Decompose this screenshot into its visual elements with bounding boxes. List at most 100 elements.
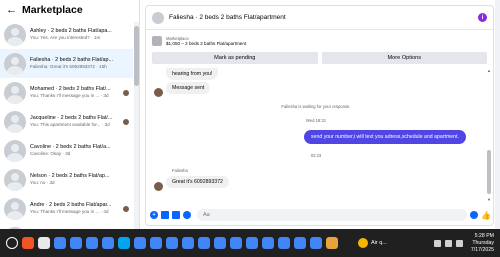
conversation-name: Nelson · 2 beds 2 baths Flat/ap... (30, 173, 110, 179)
taskbar: Air q... 5:28 PM Thursday 7/17/2025 (0, 229, 500, 257)
incoming-message: hearing from you! (166, 68, 219, 80)
taskbar-app-icon[interactable] (70, 237, 82, 249)
conversation-preview: You: Thanks I'll message you in ... · 3d (30, 93, 109, 98)
gif-icon[interactable] (183, 211, 191, 219)
more-options-button[interactable]: More Options (321, 52, 487, 64)
taskbar-app-icon[interactable] (262, 237, 274, 249)
sender-avatar[interactable] (154, 88, 163, 97)
taskbar-app-icon[interactable] (22, 237, 34, 249)
avatar (4, 81, 26, 104)
sidebar-scrollbar[interactable] (134, 22, 139, 229)
taskbar-app-icon[interactable] (150, 237, 162, 249)
network-icon[interactable] (444, 239, 452, 247)
timestamp: Wed 18:31 (305, 118, 327, 123)
clock-date: 7/17/2025 (470, 246, 494, 253)
conversation-item[interactable]: Ashley · 2 beds 2 baths Flat/apa... You: … (0, 20, 133, 49)
avatar (4, 197, 26, 220)
clock-day: Thursday (472, 239, 494, 246)
chevron-up-icon[interactable] (433, 239, 441, 247)
info-icon[interactable]: i (478, 13, 487, 22)
taskbar-apps (0, 237, 338, 249)
conversation-name: Ashley · 2 beds 2 baths Flat/apa... (30, 28, 112, 34)
waiting-notice: Faliesha is waiting for your response. (281, 104, 351, 109)
system-tray: 5:28 PM Thursday 7/17/2025 (433, 229, 494, 257)
chat-header: Faliesha · 2 beds 2 baths Flat/apartment… (146, 6, 493, 30)
window-scrollbar[interactable] (495, 0, 500, 229)
mark-as-pending-button[interactable]: Mark as pending (152, 52, 318, 64)
taskbar-app-icon[interactable] (102, 237, 114, 249)
taskbar-app-icon[interactable] (38, 237, 50, 249)
taskbar-app-icon[interactable] (166, 237, 178, 249)
weather-widget[interactable]: Air q... (358, 238, 387, 248)
message-thread: hearing from you! Message sent Faliesha … (146, 68, 486, 203)
scroll-up-icon[interactable]: ▲ (487, 68, 491, 73)
taskbar-app-icon[interactable] (230, 237, 242, 249)
taskbar-app-icon[interactable] (54, 237, 66, 249)
taskbar-app-icon[interactable] (326, 237, 338, 249)
conversation-item[interactable]: Cavoline · 2 beds 2 baths Flat/a... Cavol… (0, 136, 133, 165)
clock[interactable]: 5:28 PM Thursday 7/17/2025 (471, 233, 494, 254)
chat-avatar[interactable] (152, 11, 164, 24)
plus-icon[interactable]: + (150, 211, 158, 219)
sidebar-header: ← Marketplace (0, 0, 139, 20)
volume-icon[interactable] (455, 239, 463, 247)
taskbar-app-icon[interactable] (182, 237, 194, 249)
incoming-message: Great it's 6092893372 (166, 176, 229, 188)
taskbar-app-icon[interactable] (310, 237, 322, 249)
taskbar-app-icon[interactable] (198, 237, 210, 249)
taskbar-app-icon[interactable] (118, 237, 130, 249)
taskbar-app-icon[interactable] (278, 237, 290, 249)
sticker-icon[interactable] (172, 211, 180, 219)
incoming-message: Message sent (166, 82, 211, 94)
listing-detail: $1,050 – 2 beds 2 baths Flat/apartment (166, 41, 247, 46)
emoji-icon[interactable] (470, 211, 479, 219)
avatar (4, 168, 26, 191)
conversation-preview: You: no · 3d (30, 180, 55, 185)
listing-info[interactable]: Marketplace $1,050 – 2 beds 2 baths Flat… (146, 30, 493, 52)
weather-icon (358, 238, 368, 248)
listing-actions: Mark as pending More Options (146, 52, 493, 64)
conversation-preview: Cavoline: Okay · 3d (30, 151, 71, 156)
taskbar-app-icon[interactable] (86, 237, 98, 249)
sidebar-scroll-thumb[interactable] (134, 26, 139, 86)
conversation-list: Ashley · 2 beds 2 baths Flat/apa... You: … (0, 20, 133, 229)
taskbar-app-icon[interactable] (134, 237, 146, 249)
sender-name: Faliesha (172, 168, 188, 173)
conversation-preview: You: Yes. Are you interested? · 1m (30, 35, 101, 40)
sidebar-title: Marketplace (22, 4, 83, 16)
avatar (4, 110, 26, 133)
read-receipt-avatar (123, 206, 129, 212)
conversation-preview: You: This apartment available for... · 3… (30, 122, 110, 127)
taskbar-app-icon[interactable] (214, 237, 226, 249)
message-input[interactable] (197, 209, 468, 221)
thumbs-up-icon[interactable]: 👍 (481, 211, 491, 220)
taskbar-app-icon[interactable] (294, 237, 306, 249)
conversation-name: Mohamed · 2 beds 2 baths Flat/... (30, 86, 111, 92)
avatar (4, 23, 26, 46)
conversation-item[interactable]: Andre · 2 beds 2 baths Flat/apar... You: … (0, 194, 133, 223)
conversation-item[interactable]: Jacqueline · 2 beds 2 baths Flat/... You:… (0, 107, 133, 136)
chat-scrollbar-thumb[interactable] (487, 150, 491, 194)
sender-avatar[interactable] (154, 182, 163, 191)
conversation-name: Andre · 2 beds 2 baths Flat/apar... (30, 202, 112, 208)
avatar (4, 52, 26, 75)
conversation-sidebar: ← Marketplace Ashley · 2 beds 2 baths Fl… (0, 0, 140, 229)
chat-title[interactable]: Faliesha · 2 beds 2 baths Flat/apartment (169, 14, 478, 21)
avatar (4, 139, 26, 162)
conversation-item[interactable]: Mohamed · 2 beds 2 baths Flat/... You: Th… (0, 78, 133, 107)
search-icon[interactable] (6, 237, 18, 249)
read-receipt-avatar (123, 119, 129, 125)
conversation-preview: You: Thanks I'll message you in ... · 4d (30, 209, 109, 214)
scroll-down-icon[interactable]: ▼ (487, 197, 491, 202)
photo-icon[interactable] (161, 211, 169, 219)
outgoing-message: send your number,i will text you adress,… (304, 130, 466, 144)
message-composer: + 👍 (146, 205, 493, 225)
back-arrow-icon[interactable]: ← (6, 4, 17, 16)
read-receipt-avatar (123, 90, 129, 96)
conversation-item[interactable]: Nelson · 2 beds 2 baths Flat/ap... You: n… (0, 165, 133, 194)
listing-thumbnail[interactable] (152, 36, 162, 46)
taskbar-app-icon[interactable] (246, 237, 258, 249)
conversation-item[interactable]: Faliesha · 2 beds 2 baths Flat/ap... Fali… (0, 49, 133, 78)
conversation-name: Faliesha · 2 beds 2 baths Flat/ap... (30, 57, 114, 63)
clock-time: 5:28 PM (474, 232, 494, 239)
